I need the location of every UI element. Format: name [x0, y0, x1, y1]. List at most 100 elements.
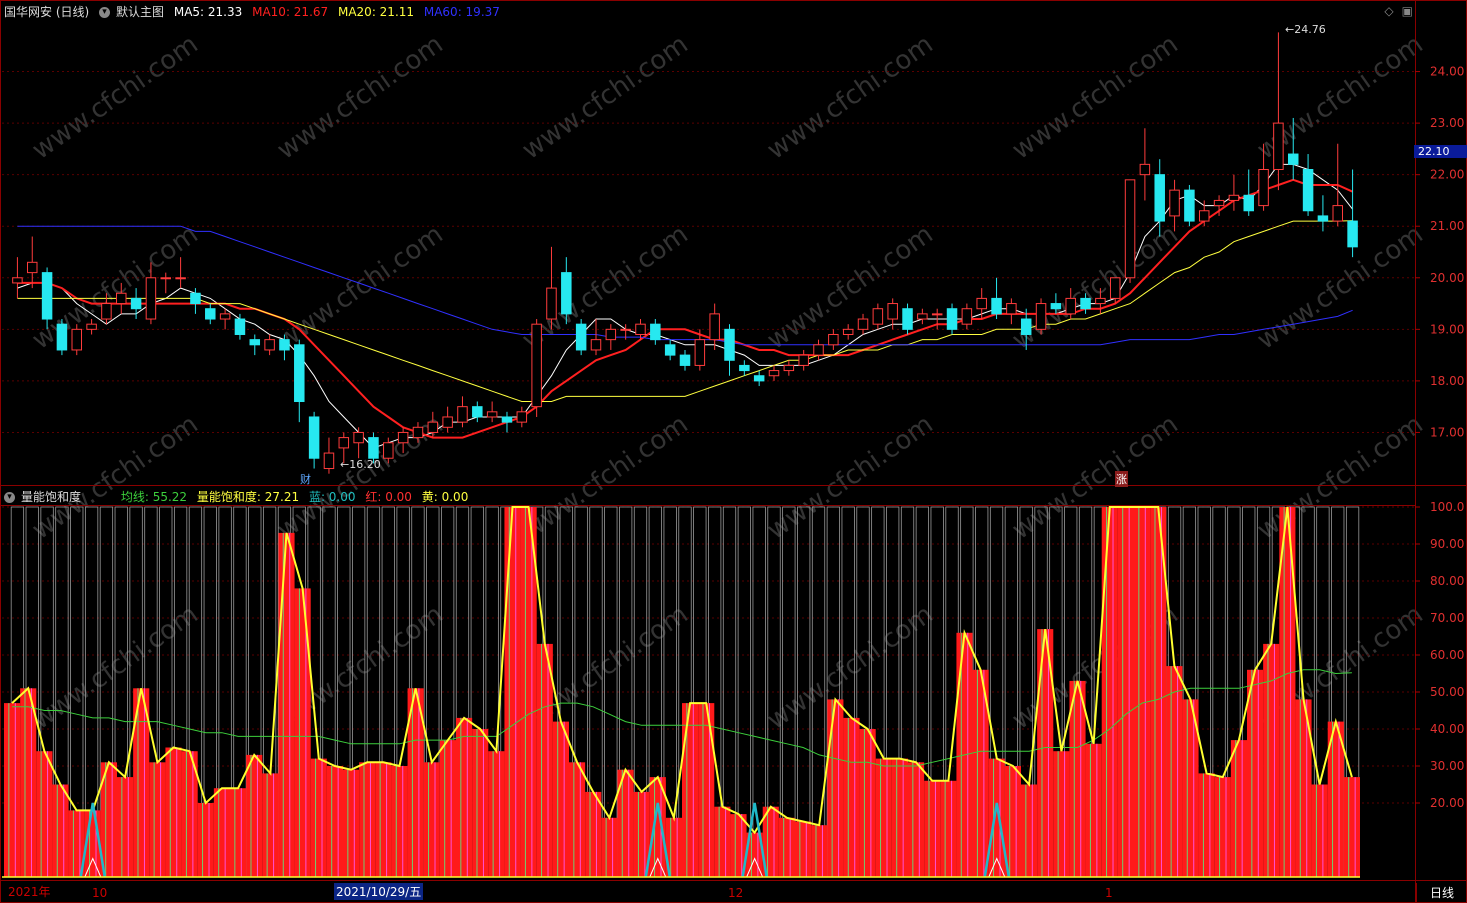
- saturation-bar-fill: [1230, 740, 1247, 877]
- watermark-text: www.cfchi.com: [517, 409, 694, 545]
- collapse-icon[interactable]: ▾: [4, 492, 15, 503]
- red-label: 红: 0.00: [365, 490, 412, 504]
- candle-up: [457, 406, 468, 423]
- high-label: 24.76: [1294, 23, 1326, 36]
- saturation-bar: [811, 825, 828, 877]
- saturation-bar-fill: [1263, 643, 1280, 877]
- saturation-bar: [601, 817, 618, 877]
- current-price-tag: 22.10: [1414, 145, 1467, 158]
- saturation-bar-fill: [1134, 507, 1151, 877]
- zhang-marker[interactable]: 涨: [1115, 471, 1128, 487]
- high-annotation: ←24.76: [1285, 23, 1326, 36]
- price-tick-label: 17.00: [1430, 425, 1464, 439]
- indicator-tick-label: 90.00: [1430, 537, 1464, 551]
- candle-up: [842, 328, 854, 335]
- saturation-bar: [1230, 740, 1247, 877]
- candle-down: [1020, 318, 1032, 335]
- saturation-bar-fill: [827, 699, 844, 877]
- price-tick-label: 23.00: [1430, 116, 1464, 130]
- candle-down: [1243, 194, 1254, 212]
- indicator-name[interactable]: 量能饱和度: [21, 490, 81, 504]
- candle-up: [887, 303, 898, 320]
- saturation-bar-fill: [504, 507, 521, 877]
- saturation-bar-fill: [1101, 507, 1118, 877]
- saturation-bar: [359, 762, 376, 877]
- candle-up: [768, 370, 780, 377]
- period-tab-daily[interactable]: 日线: [1416, 883, 1467, 903]
- main-header: 国华网安 (日线) ▾ 默认主图 MA5: 21.33 MA10: 21.67 M…: [4, 3, 506, 20]
- saturation-bar-fill: [4, 703, 21, 877]
- dec-label: 12: [728, 886, 744, 900]
- candle-up: [976, 297, 987, 310]
- candle-up: [323, 452, 335, 470]
- diamond-icon[interactable]: ◇: [1384, 4, 1393, 18]
- candle-up: [783, 364, 795, 372]
- saturation-bar: [940, 780, 957, 877]
- candle-up: [338, 437, 350, 449]
- saturation-bar-fill: [165, 747, 182, 877]
- saturation-bar: [891, 758, 908, 877]
- saturation-bar: [197, 803, 214, 877]
- saturation-bar-fill: [423, 762, 440, 877]
- watermark-text: www.cfchi.com: [1252, 409, 1429, 545]
- window-icon[interactable]: ▣: [1402, 4, 1413, 18]
- watermark-text: www.cfchi.com: [1007, 219, 1184, 355]
- saturation-bar-fill: [488, 751, 505, 877]
- saturation-bar-fill: [1069, 680, 1086, 877]
- candle-down: [753, 375, 765, 382]
- candle-down: [190, 292, 201, 305]
- candle-up: [175, 277, 186, 280]
- cai-marker[interactable]: 财: [300, 471, 311, 487]
- saturation-bar-fill: [843, 717, 860, 877]
- saturation-bar: [1311, 784, 1328, 877]
- candle-up: [1169, 189, 1180, 217]
- saturation-bar: [795, 821, 812, 877]
- watermark-text: www.cfchi.com: [27, 29, 204, 165]
- saturation-bar-fill: [1166, 666, 1183, 877]
- selected-date[interactable]: 2021/10/29/五: [334, 883, 424, 900]
- saturation-bar: [52, 784, 69, 877]
- candle-down: [1347, 220, 1358, 248]
- saturation-bar: [278, 532, 295, 877]
- saturation-bar-fill: [875, 758, 892, 877]
- candle-down: [1050, 303, 1062, 310]
- saturation-bar: [1053, 751, 1070, 877]
- candle-up: [86, 323, 97, 330]
- moving-average-lines: [17, 163, 1354, 449]
- saturation-bar: [4, 703, 21, 877]
- year-label: 2021年: [8, 885, 51, 899]
- avg-label: 均线: 55.22: [120, 490, 188, 504]
- saturation-bar: [375, 762, 392, 877]
- saturation-bar-fill: [52, 784, 69, 877]
- candle-up: [145, 277, 157, 320]
- candle-up: [620, 328, 631, 331]
- candle-up: [872, 308, 884, 325]
- saturation-bar: [1134, 507, 1151, 877]
- ma10-label: MA10: 21.67: [252, 5, 329, 19]
- candle-up: [160, 277, 172, 280]
- collapse-icon[interactable]: ▾: [99, 7, 111, 18]
- saturation-bar-fill: [472, 729, 489, 877]
- saturation-bar-fill: [891, 758, 908, 877]
- candle-up: [383, 442, 394, 459]
- watermark-text: www.cfchi.com: [517, 219, 694, 355]
- candle-up: [961, 308, 973, 325]
- candle-down: [650, 323, 661, 341]
- stock-name[interactable]: 国华网安 (日线): [4, 5, 89, 19]
- candle-down: [279, 339, 290, 351]
- candle-up: [1006, 303, 1017, 315]
- main-chart-label[interactable]: 默认主图: [116, 5, 164, 19]
- candle-up: [101, 303, 112, 320]
- saturation-bar: [149, 762, 166, 877]
- low-label: 16.20: [349, 458, 381, 471]
- price-tick-label: 18.00: [1430, 374, 1464, 388]
- candle-up: [12, 277, 23, 284]
- candle-up: [635, 323, 646, 335]
- candle-up: [397, 431, 409, 444]
- price-tick-label: 20.00: [1430, 271, 1464, 285]
- saturation-bar: [536, 643, 553, 877]
- saturation-bar: [213, 788, 230, 877]
- candle-up: [486, 411, 498, 418]
- saturation-bar: [569, 762, 586, 877]
- watermark-text: www.cfchi.com: [27, 219, 204, 355]
